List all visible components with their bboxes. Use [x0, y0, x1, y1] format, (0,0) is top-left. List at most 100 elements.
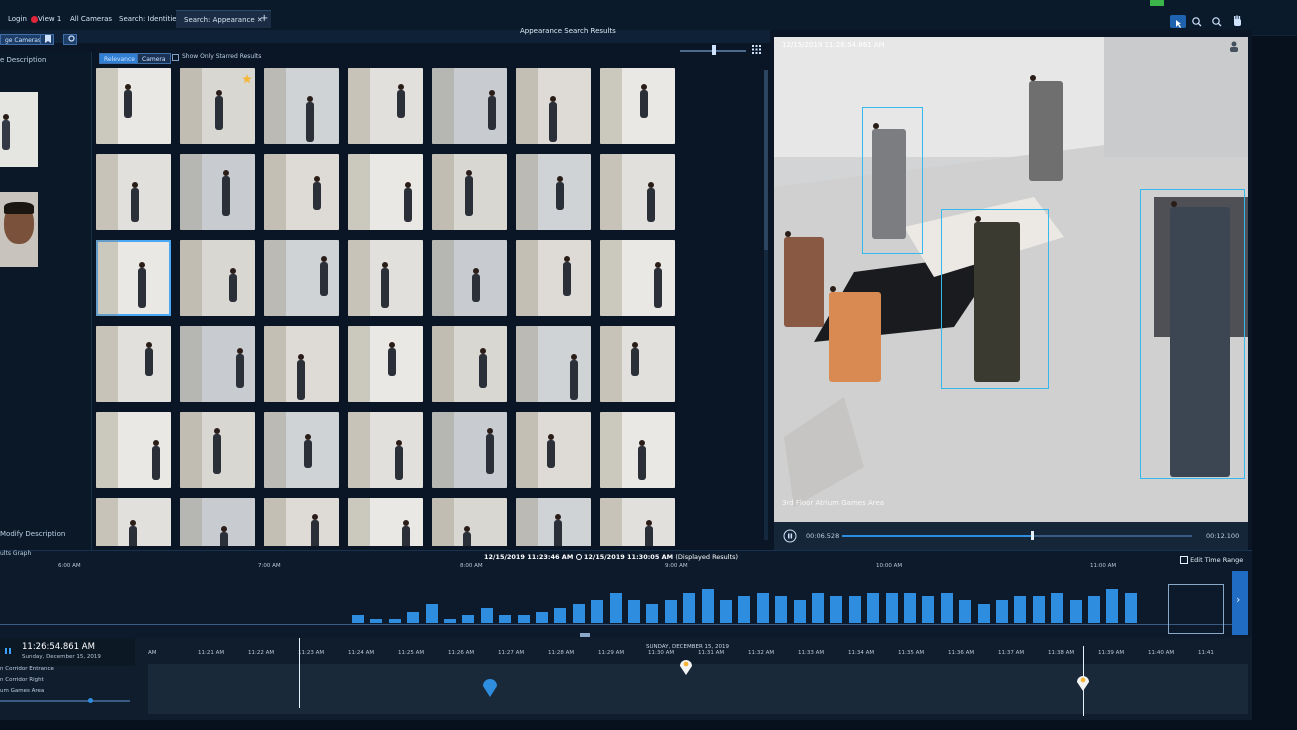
result-thumbnail[interactable] — [432, 498, 507, 546]
detection-box[interactable] — [941, 209, 1049, 389]
person-icon[interactable] — [1228, 40, 1240, 52]
result-thumbnail[interactable] — [180, 498, 255, 546]
add-tab-button[interactable]: + — [252, 10, 276, 28]
result-thumbnail[interactable] — [96, 68, 171, 144]
result-thumbnail[interactable] — [600, 68, 675, 144]
result-thumbnail[interactable] — [516, 240, 591, 316]
detection-box[interactable] — [862, 107, 923, 254]
seek-thumb[interactable] — [1031, 531, 1034, 540]
histogram-bar[interactable] — [609, 592, 622, 623]
sort-camera-button[interactable]: Camera — [137, 53, 171, 64]
histogram-bar[interactable] — [554, 607, 567, 623]
result-thumbnail[interactable] — [516, 412, 591, 488]
results-scrollbar[interactable] — [764, 70, 768, 540]
histogram-bar[interactable] — [646, 604, 659, 623]
histogram-bar[interactable] — [1106, 588, 1119, 623]
result-thumbnail[interactable] — [264, 68, 339, 144]
result-thumbnail[interactable] — [600, 240, 675, 316]
histogram-bar[interactable] — [830, 596, 843, 623]
histogram-bar[interactable] — [407, 611, 420, 623]
reference-image-body[interactable] — [0, 92, 38, 167]
result-thumbnail[interactable] — [96, 240, 171, 316]
result-thumbnail[interactable] — [432, 68, 507, 144]
result-thumbnail[interactable] — [516, 154, 591, 230]
histogram-bar[interactable] — [959, 600, 972, 623]
result-thumbnail[interactable] — [264, 326, 339, 402]
histogram-bar[interactable] — [388, 619, 401, 623]
slider-thumb[interactable] — [712, 45, 716, 55]
histogram-bar[interactable] — [425, 604, 438, 623]
histogram-bar[interactable] — [370, 619, 383, 623]
result-thumbnail[interactable] — [432, 154, 507, 230]
result-thumbnail[interactable] — [348, 498, 423, 546]
result-thumbnail[interactable] — [180, 240, 255, 316]
video-viewer[interactable]: 12/15/2019 11:26:54.861 AM 3rd Floor Atr… — [774, 37, 1248, 522]
histogram-bar[interactable] — [1014, 596, 1027, 623]
histogram-bar[interactable] — [812, 592, 824, 623]
result-thumbnail[interactable] — [264, 498, 339, 546]
graph-splitter[interactable] — [580, 633, 590, 637]
result-thumbnail[interactable] — [600, 498, 675, 546]
result-thumbnail[interactable] — [432, 240, 507, 316]
result-thumbnail[interactable] — [516, 68, 591, 144]
histogram-bar[interactable] — [1069, 600, 1082, 623]
result-thumbnail[interactable] — [180, 154, 255, 230]
histogram-bar[interactable] — [793, 600, 806, 623]
result-thumbnail[interactable] — [600, 326, 675, 402]
histogram-bar[interactable] — [444, 619, 456, 623]
pause-icon[interactable] — [783, 529, 797, 543]
location-pin-icon[interactable] — [481, 678, 499, 698]
track-label[interactable]: um Games Area — [0, 688, 44, 694]
result-thumbnail[interactable] — [96, 154, 171, 230]
histogram-bar[interactable] — [756, 592, 769, 623]
modify-description-link[interactable]: Modify Description — [0, 530, 65, 538]
play-pause-icon[interactable] — [4, 647, 12, 655]
grid-view-icon[interactable] — [752, 45, 761, 54]
result-thumbnail[interactable] — [516, 498, 591, 546]
track-label[interactable]: n Corridor Right — [0, 677, 44, 683]
histogram-bar[interactable] — [701, 588, 714, 623]
result-thumbnail[interactable] — [348, 240, 423, 316]
histogram-bar[interactable] — [977, 604, 990, 623]
histogram-bar[interactable] — [922, 596, 935, 623]
result-thumbnail[interactable] — [96, 498, 171, 546]
histogram-bar[interactable] — [480, 607, 493, 623]
result-thumbnail[interactable] — [264, 412, 339, 488]
histogram-bar[interactable] — [904, 592, 916, 623]
result-thumbnail[interactable] — [96, 326, 171, 402]
histogram-bar[interactable] — [628, 600, 640, 623]
starred-checkbox[interactable] — [172, 54, 179, 61]
histogram-bar[interactable] — [572, 604, 585, 623]
histogram-bar[interactable] — [738, 596, 751, 623]
histogram-bar[interactable] — [683, 592, 696, 623]
result-thumbnail[interactable] — [180, 412, 255, 488]
bookmark-pin-icon[interactable] — [678, 658, 694, 676]
result-thumbnail[interactable] — [432, 326, 507, 402]
zoom-slider[interactable] — [0, 700, 130, 702]
result-thumbnail[interactable] — [600, 154, 675, 230]
detection-box[interactable] — [1140, 189, 1245, 479]
bookmark-button[interactable] — [40, 34, 54, 45]
settings-button[interactable] — [63, 34, 77, 45]
bookmark-pin-icon[interactable] — [1075, 674, 1091, 692]
result-thumbnail[interactable] — [348, 412, 423, 488]
histogram-bar[interactable] — [1051, 592, 1064, 623]
histogram-bar[interactable] — [1088, 596, 1100, 623]
histogram-bar[interactable] — [517, 615, 530, 623]
sort-relevance-button[interactable]: Relevance — [99, 53, 140, 64]
result-thumbnail[interactable] — [348, 154, 423, 230]
track-label[interactable]: n Corridor Entrance — [0, 666, 54, 672]
histogram-bar[interactable] — [720, 600, 732, 623]
histogram-bar[interactable] — [1032, 596, 1045, 623]
result-thumbnail[interactable] — [264, 154, 339, 230]
histogram-bar[interactable] — [775, 596, 788, 623]
range-selector[interactable] — [1168, 584, 1224, 634]
histogram-bar[interactable] — [867, 592, 880, 623]
zoom-in-icon[interactable] — [1191, 16, 1202, 27]
star-icon[interactable] — [242, 74, 252, 84]
result-thumbnail[interactable] — [432, 412, 507, 488]
histogram-bar[interactable] — [1124, 592, 1137, 623]
result-thumbnail[interactable] — [264, 240, 339, 316]
histogram-bar[interactable] — [462, 615, 475, 623]
histogram-bar[interactable] — [352, 615, 364, 623]
